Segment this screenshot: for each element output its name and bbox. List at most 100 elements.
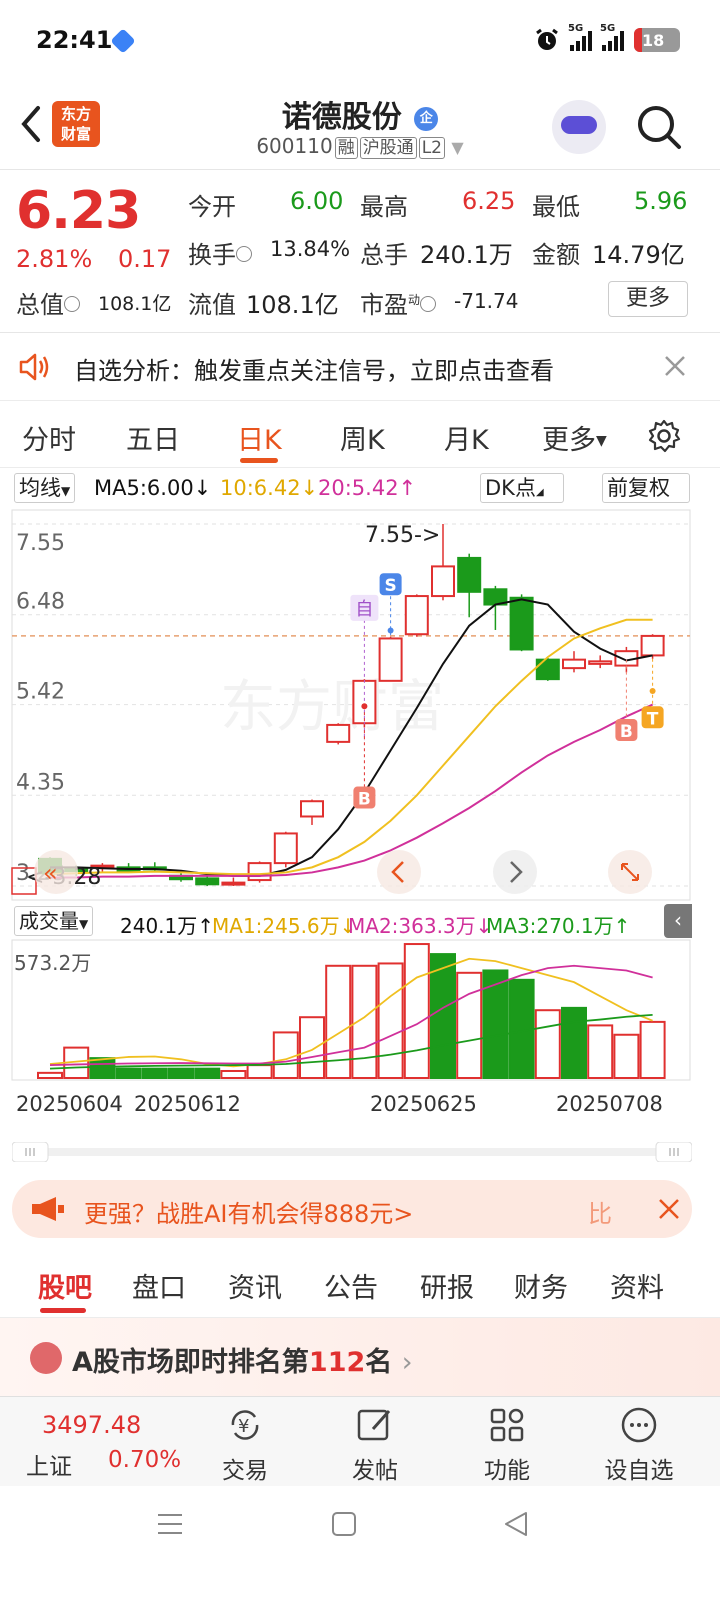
high-price-marker: 7.55->: [365, 523, 440, 548]
date-axis: 20250604 20250612 20250625 20250708: [0, 1092, 720, 1122]
scroll-left-button[interactable]: [377, 850, 421, 894]
volume-bar: [561, 1006, 587, 1079]
menu-icon[interactable]: [156, 1510, 184, 1538]
stock-name: 诺德股份 企: [0, 92, 720, 136]
back-nav-icon[interactable]: [502, 1510, 530, 1538]
y-tick-label: 7.55: [16, 531, 65, 556]
rank-prefix: A股市场即时排名第: [72, 1347, 309, 1378]
candle-body: [247, 862, 272, 882]
speaker-icon: [19, 353, 49, 381]
tab-intraday[interactable]: 分时: [22, 418, 76, 457]
volume-bar: [639, 1020, 666, 1079]
rank-suffix: 名: [365, 1347, 393, 1378]
rank-text: A股市场即时排名第112名 ›: [72, 1340, 413, 1379]
tab-pankou[interactable]: 盘口: [132, 1266, 186, 1305]
more-button[interactable]: 更多: [608, 281, 688, 317]
volume-bar: [272, 1031, 299, 1079]
collapse-panel-button[interactable]: ‹: [664, 904, 692, 938]
close-icon[interactable]: [658, 1198, 680, 1220]
amount-value: 14.79亿: [592, 241, 685, 269]
nav-trade[interactable]: ¥ 交易: [200, 1405, 290, 1485]
stock-name-text: 诺德股份: [281, 100, 402, 135]
active-tab-indicator: [240, 458, 278, 463]
pe-value: -71.74: [454, 289, 519, 313]
last-price: 6.23: [16, 181, 141, 241]
alert-banner[interactable]: 自选分析：触发重点关注信号，立即点击查看: [0, 333, 720, 401]
gear-icon[interactable]: [646, 418, 682, 454]
alarm-icon: [536, 28, 558, 50]
dk-point-selector[interactable]: DK点◢: [480, 473, 564, 503]
turnover-value: 13.84%: [270, 237, 351, 261]
tab-more[interactable]: 更多▼: [542, 418, 607, 457]
vol-ma1: MA1:245.6万↓: [212, 914, 357, 938]
stock-code-line[interactable]: 600110 融沪股通 L2 ▼: [0, 134, 720, 159]
dropdown-icon: ◢: [535, 487, 544, 498]
megaphone-icon: [32, 1197, 64, 1221]
tag-l2: L2: [418, 137, 445, 159]
bottom-nav: 3497.48 上证 0.70% ¥ 交易 发帖 功能 设自选: [0, 1396, 720, 1486]
adjust-selector[interactable]: 前复权: [602, 473, 690, 503]
pe-label: 市盈动: [360, 285, 437, 320]
stock-code: 600110: [256, 134, 333, 158]
status-bar: 22:41 5G 5G 18: [0, 0, 720, 80]
signal-icon-2: 5G: [600, 23, 624, 51]
tab-daily-k[interactable]: 日K: [237, 418, 282, 457]
ma-selector[interactable]: 均线▼: [14, 473, 76, 503]
tab-finance[interactable]: 财务: [514, 1266, 568, 1305]
stock-header: 东方 财富 诺德股份 企 600110 融沪股通 L2 ▼: [0, 80, 720, 170]
nav-post[interactable]: 发帖: [330, 1405, 420, 1485]
tab-monthly-k[interactable]: 月K: [444, 418, 489, 457]
volume-selector[interactable]: 成交量▼: [14, 906, 94, 936]
turnover-label-text: 换手: [188, 241, 236, 269]
nav-trade-label: 交易: [222, 1458, 268, 1484]
dropdown-icon: ▼: [596, 433, 607, 449]
tab-announcements[interactable]: 公告: [324, 1266, 378, 1305]
volume-bar: [613, 1033, 640, 1079]
candlestick-chart[interactable]: 东方财富 7.556.485.424.353.28 7.55-><-3.28S自…: [0, 506, 720, 904]
tab-research[interactable]: 研报: [420, 1266, 474, 1305]
y-tick-label: 6.48: [16, 590, 65, 615]
rank-chart-icon: [30, 1342, 62, 1374]
battery-level: 18: [642, 30, 665, 50]
candle-body: [457, 556, 482, 593]
date-label: 20250625: [370, 1092, 477, 1116]
chart-range-slider[interactable]: [12, 1142, 692, 1162]
float-label: 流值: [188, 291, 236, 319]
dk-label: DK点: [485, 476, 536, 500]
open-value: 6.00: [290, 187, 344, 215]
nav-functions[interactable]: 功能: [462, 1405, 552, 1485]
index-value: 3497.48: [42, 1411, 142, 1439]
rank-banner[interactable]: A股市场即时排名第112名 ›: [0, 1318, 720, 1396]
low-label: 最低: [532, 193, 580, 221]
promo-banner[interactable]: 更强？战胜AI有机会得888元> 比: [12, 1180, 692, 1238]
search-icon[interactable]: [634, 102, 684, 152]
home-icon[interactable]: [330, 1510, 358, 1538]
app-notification-icon: [110, 28, 136, 54]
info-icon[interactable]: [64, 296, 80, 312]
date-label: 20250708: [556, 1092, 663, 1116]
scroll-right-button[interactable]: [493, 850, 537, 894]
tab-five-day[interactable]: 五日: [126, 418, 180, 457]
tab-guba[interactable]: 股吧: [38, 1266, 92, 1305]
tab-weekly-k[interactable]: 周K: [340, 418, 385, 457]
tag-margin: 融: [334, 137, 358, 159]
candle-body: [431, 565, 455, 598]
pe-label-text: 市盈: [360, 291, 408, 319]
info-icon[interactable]: [236, 246, 252, 262]
info-icon[interactable]: [420, 296, 437, 312]
status-time: 22:41: [36, 26, 113, 54]
dropdown-icon: ▼: [451, 138, 464, 157]
signal-b-dot: [361, 703, 368, 710]
volume-bar: [246, 1064, 273, 1079]
ai-assistant-avatar[interactable]: [552, 100, 606, 154]
turnover-label: 换手: [188, 235, 252, 270]
ma10-value: 10:6.42↓: [220, 476, 319, 500]
signal-b2-badge-label: B: [620, 722, 633, 742]
tab-more-label: 更多: [542, 425, 596, 456]
volume-bar: [220, 1069, 247, 1079]
tab-profile[interactable]: 资料: [610, 1266, 664, 1305]
nav-add-watchlist[interactable]: 设自选: [594, 1405, 684, 1485]
tab-news[interactable]: 资讯: [228, 1266, 282, 1305]
close-icon[interactable]: [662, 353, 688, 379]
float-value: 108.1亿: [246, 291, 339, 319]
